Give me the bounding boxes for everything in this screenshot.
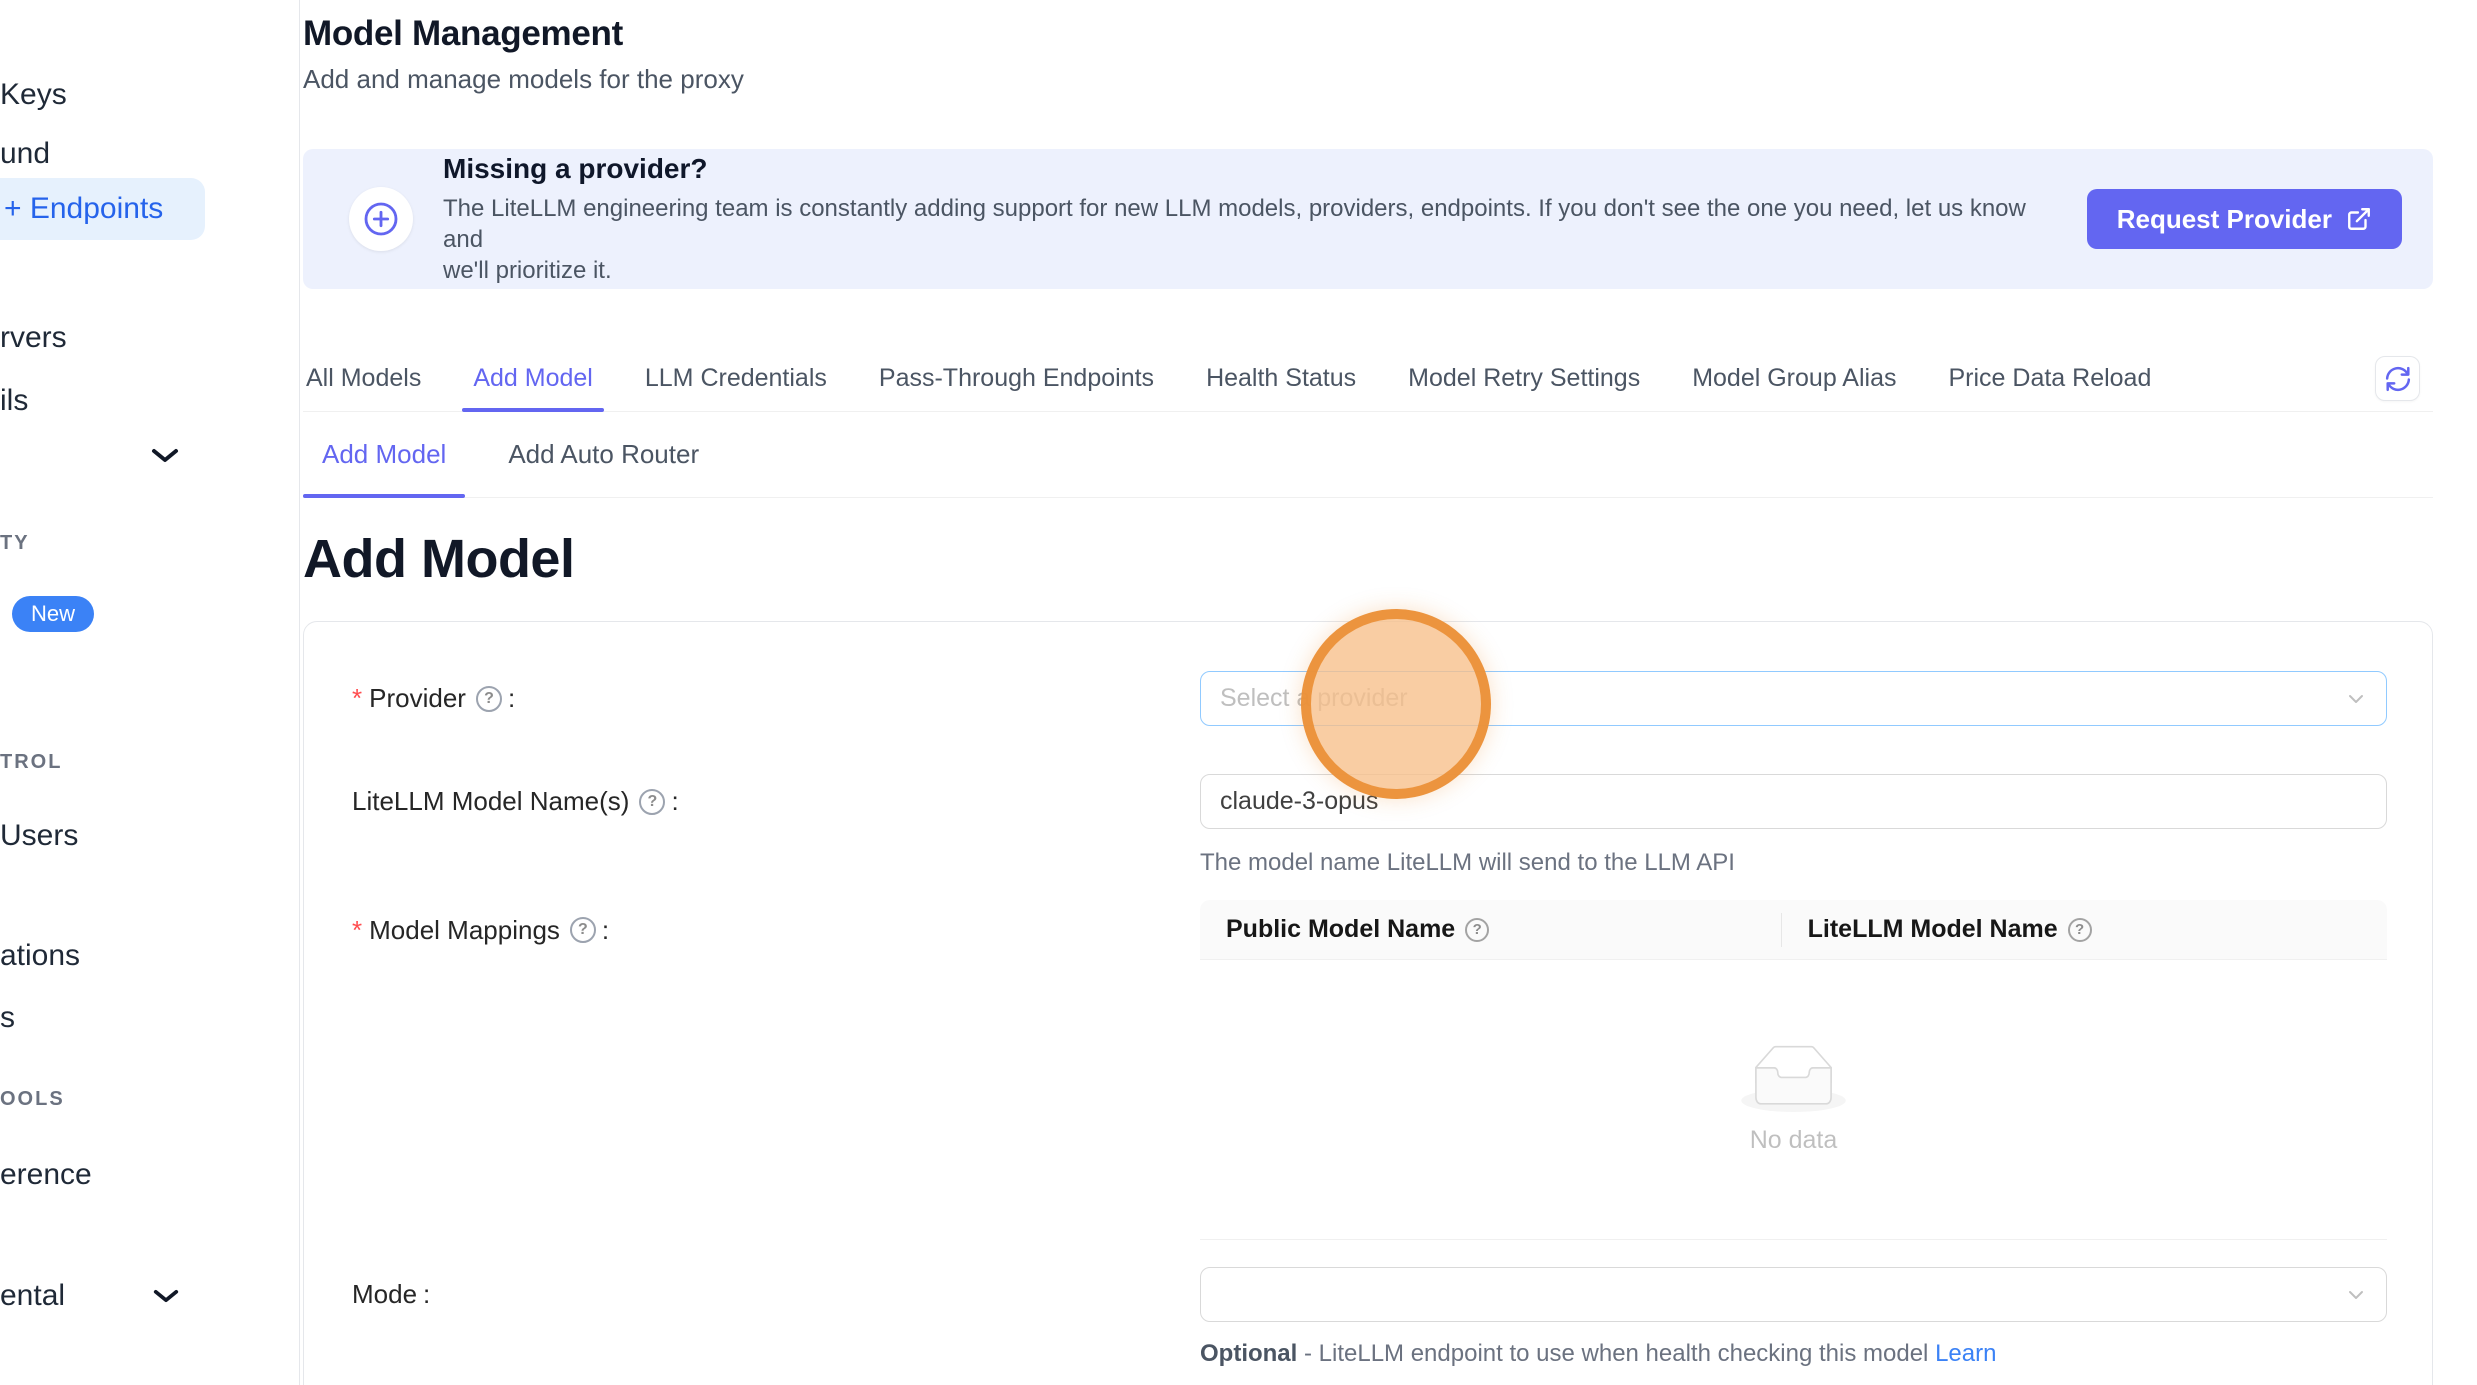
table-header: Public Model Name ? LiteLLM Model Name ? [1200,900,2387,960]
column-label: Public Model Name [1226,915,1455,944]
required-mark: * [352,671,362,726]
provider-row: * Provider ? : Select a provider [352,671,2387,726]
page-title: Model Management [303,14,2433,54]
model-mappings-table: Public Model Name ? LiteLLM Model Name ? [1200,900,2387,1240]
page-subtitle: Add and manage models for the proxy [303,64,2433,95]
main-content: Model Management Add and manage models f… [300,0,2477,1385]
tab-model-retry-settings[interactable]: Model Retry Settings [1405,345,1643,411]
refresh-button[interactable] [2375,356,2420,401]
add-model-subtabs: Add Model Add Auto Router [303,412,2433,498]
plus-circle-icon [349,187,413,251]
banner-body-line1: The LiteLLM engineering team is constant… [443,195,2026,253]
label-colon: : [671,774,678,829]
sidebar-item-api-reference[interactable]: erence [0,1155,92,1195]
missing-provider-banner: Missing a provider? The LiteLLM engineer… [303,149,2433,289]
mode-helper-bold: Optional [1200,1340,1297,1367]
chevron-down-icon[interactable] [152,1288,180,1310]
sidebar-section-label: OOLS [0,1086,65,1112]
refresh-icon [2385,366,2411,392]
sidebar-item-playground[interactable]: und [0,134,50,174]
label-colon: : [423,1267,430,1322]
sidebar-item-virtual-keys[interactable]: Keys [0,75,67,115]
provider-label: * Provider ? : [352,671,1200,726]
tab-price-data-reload[interactable]: Price Data Reload [1945,345,2154,411]
tab-add-model[interactable]: Add Model [470,345,596,411]
banner-title: Missing a provider? [443,153,2027,185]
request-provider-label: Request Provider [2117,204,2332,235]
help-icon[interactable]: ? [2068,918,2092,942]
required-mark: * [352,900,362,960]
mode-label: Mode : [352,1267,1200,1322]
chevron-down-icon[interactable] [150,447,180,470]
label-colon: : [508,671,515,726]
add-model-heading: Add Model [303,528,2433,590]
model-name-label: LiteLLM Model Name(s) ? : [352,774,1200,829]
external-link-icon [2346,206,2372,232]
sidebar-item-mcp-servers[interactable]: rvers [0,318,67,358]
model-name-input[interactable]: claude-3-opus [1200,774,2387,829]
model-name-label-text: LiteLLM Model Name(s) [352,774,629,829]
subtab-add-model[interactable]: Add Model [303,412,465,497]
model-name-helper: The model name LiteLLM will send to the … [1200,849,2387,877]
tab-all-models[interactable]: All Models [303,345,424,411]
mode-row: Mode : Optional - LiteLLM endpoint to us… [352,1267,2387,1368]
add-model-form-card: * Provider ? : Select a provider [303,621,2433,1385]
column-public-model-name: Public Model Name ? [1200,900,1782,959]
model-management-page: Keys und + Endpoints rvers ils TY New TR… [0,0,2477,1385]
help-icon[interactable]: ? [1465,918,1489,942]
help-icon[interactable]: ? [570,917,596,943]
model-mappings-label: * Model Mappings ? : [352,900,1200,960]
subtab-add-auto-router[interactable]: Add Auto Router [489,412,718,497]
sidebar-item-organizations[interactable]: ations [0,936,80,976]
help-icon[interactable]: ? [639,789,665,815]
model-name-row: LiteLLM Model Name(s) ? : claude-3-opus … [352,774,2387,877]
tab-model-group-alias[interactable]: Model Group Alias [1689,345,1899,411]
banner-body: The LiteLLM engineering team is constant… [443,193,2027,286]
sidebar-item-internal-users[interactable]: Users [0,816,78,856]
help-icon[interactable]: ? [476,686,502,712]
column-litellm-model-name: LiteLLM Model Name ? [1782,900,2387,959]
sidebar-section-label: TROL [0,749,62,775]
mode-select[interactable] [1200,1267,2387,1322]
mode-helper: Optional - LiteLLM endpoint to use when … [1200,1340,2387,1368]
sidebar-item-models-endpoints[interactable]: + Endpoints [0,178,205,240]
banner-body-line2: we'll prioritize it. [443,257,612,284]
chevron-down-icon [2344,1283,2368,1314]
provider-select[interactable]: Select a provider [1200,671,2387,726]
tab-health-status[interactable]: Health Status [1203,345,1359,411]
provider-placeholder: Select a provider [1220,684,1408,713]
no-data-text: No data [1750,1126,1838,1155]
column-label: LiteLLM Model Name [1808,915,2058,944]
sidebar-item-guardrails[interactable]: ils [0,381,28,421]
learn-link[interactable]: Learn [1935,1340,1996,1367]
sidebar-item-experimental[interactable]: ental [0,1276,65,1316]
model-name-value: claude-3-opus [1220,787,1378,816]
model-tabs: All Models Add Model LLM Credentials Pas… [303,345,2433,412]
label-colon: : [602,900,609,960]
sidebar: Keys und + Endpoints rvers ils TY New TR… [0,0,300,1385]
request-provider-button[interactable]: Request Provider [2087,189,2402,249]
new-badge: New [12,596,94,632]
model-mappings-row: * Model Mappings ? : Public Model Name ? [352,877,2387,1240]
mode-helper-text: - LiteLLM endpoint to use when health ch… [1297,1340,1935,1367]
provider-label-text: Provider [369,671,466,726]
sidebar-item-teams[interactable]: s [0,998,15,1038]
table-empty-state: No data [1200,960,2387,1240]
model-mappings-label-text: Model Mappings [369,900,560,960]
tab-llm-credentials[interactable]: LLM Credentials [642,345,830,411]
sidebar-section-label: TY [0,530,30,556]
tab-pass-through-endpoints[interactable]: Pass-Through Endpoints [876,345,1157,411]
chevron-down-icon [2344,687,2368,718]
mode-label-text: Mode [352,1267,417,1322]
empty-inbox-icon [1741,1045,1846,1112]
